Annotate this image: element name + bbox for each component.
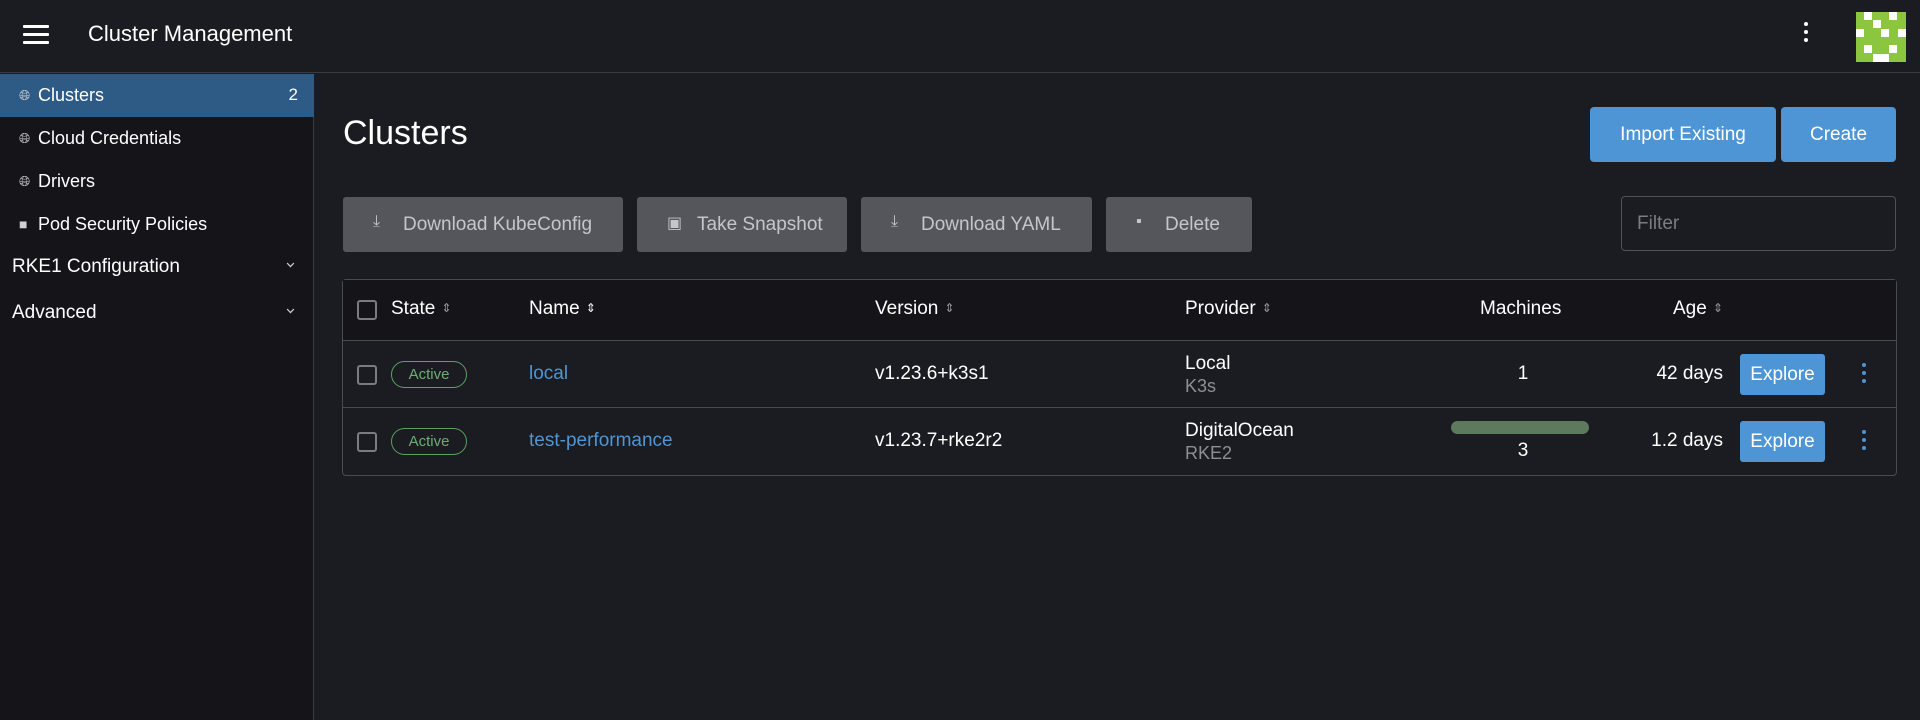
provider-cell: DigitalOcean [1185,420,1294,441]
sort-icon: ⇕ [1261,301,1272,315]
create-button[interactable]: Create [1781,107,1896,162]
row-checkbox[interactable] [357,365,377,385]
top-header: Cluster Management [0,0,1920,73]
sidebar-item-drivers[interactable]: 🌐︎ Drivers [0,160,314,203]
status-badge: Active [391,428,467,455]
download-icon: ⤓ [891,213,899,230]
column-header-state[interactable]: State ⇕ [391,298,451,320]
sidebar-item-label: Pod Security Policies [38,214,208,234]
sidebar-item-label: Cloud Credentials [38,128,182,148]
row-checkbox[interactable] [357,432,377,452]
import-existing-button[interactable]: Import Existing [1590,107,1776,162]
header-label: Version [875,298,939,319]
download-icon: ⤓ [373,213,381,230]
header-label: State [391,298,436,319]
column-header-name[interactable]: Name ⇕ [529,298,596,320]
header-label: Age [1673,298,1707,319]
camera-icon: ▣ [667,215,683,232]
column-header-machines: Machines [1480,298,1561,320]
delete-button[interactable]: ▪ Delete [1106,197,1252,252]
sort-icon: ⇕ [944,301,955,315]
explore-button[interactable]: Explore [1740,354,1825,395]
status-badge: Active [391,361,467,388]
download-yaml-button[interactable]: ⤓ Download YAML [861,197,1092,252]
cluster-name-link[interactable]: local [529,363,568,385]
download-kubeconfig-button[interactable]: ⤓ Download KubeConfig [343,197,623,252]
explore-button[interactable]: Explore [1740,421,1825,462]
globe-icon: 🌐︎ [19,87,31,103]
provider-subtype: RKE2 [1185,443,1233,463]
table-row: Active local v1.23.6+k3s1 Local K3s 1 42… [343,341,1896,408]
sidebar-item-label: Clusters [38,85,105,105]
age-cell: 42 days [1656,363,1723,384]
kebab-icon[interactable] [1796,22,1816,52]
sidebar-item-cloud-credentials[interactable]: 🌐︎ Cloud Credentials [0,117,314,160]
trash-icon: ▪ [1136,213,1142,230]
button-label: Take Snapshot [697,214,823,235]
globe-icon: 🌐︎ [19,130,31,146]
header-label: Machines [1480,298,1562,319]
clusters-table: State ⇕ Name ⇕ Version ⇕ Provider ⇕ Machines… [342,279,1897,476]
machines-count: 1 [1517,363,1529,384]
app-title: Cluster Management [88,21,293,46]
age-cell: 1.2 days [1651,430,1723,451]
column-header-version[interactable]: Version ⇕ [875,298,954,320]
header-label: Name [529,298,580,319]
header-label: Provider [1185,298,1256,319]
sort-icon: ⇕ [585,301,596,315]
avatar[interactable] [1856,12,1906,62]
column-header-provider[interactable]: Provider ⇕ [1185,298,1272,320]
select-all-checkbox[interactable] [357,300,377,320]
provider-cell: Local [1185,353,1231,374]
button-label: Download KubeConfig [403,214,593,235]
table-row: Active test-performance v1.23.7+rke2r2 D… [343,408,1896,475]
sidebar-group-label: Advanced [12,302,97,323]
cluster-name-link[interactable]: test-performance [529,430,673,452]
chevron-down-icon [286,259,295,268]
row-actions-kebab-icon[interactable] [1856,430,1872,454]
hamburger-icon[interactable] [23,25,49,45]
sidebar-group-advanced[interactable]: Advanced [0,293,314,333]
version-cell: v1.23.7+rke2r2 [875,430,1003,451]
sort-icon: ⇕ [441,301,452,315]
filter-input[interactable] [1621,196,1896,251]
page-title: Clusters [343,114,468,152]
version-cell: v1.23.6+k3s1 [875,363,989,384]
sidebar: 🌐︎ Clusters 2 🌐︎ Cloud Credentials 🌐︎ Dr… [0,74,314,720]
sidebar-group-rke1-configuration[interactable]: RKE1 Configuration [0,247,314,287]
sort-icon: ⇕ [1712,301,1723,315]
take-snapshot-button[interactable]: ▣ Take Snapshot [637,197,847,252]
sidebar-item-pod-security-policies[interactable]: ■ Pod Security Policies [0,203,314,246]
provider-subtype: K3s [1185,376,1217,396]
machines-progress-bar [1451,421,1589,434]
button-label: Download YAML [921,214,1061,235]
chevron-down-icon [286,305,295,314]
globe-icon: 🌐︎ [19,173,31,189]
button-label: Delete [1165,214,1220,235]
sidebar-item-clusters[interactable]: 🌐︎ Clusters 2 [0,74,314,117]
table-header: State ⇕ Name ⇕ Version ⇕ Provider ⇕ Machines… [343,280,1896,341]
column-header-age[interactable]: Age ⇕ [1673,298,1723,320]
machines-count: 3 [1517,440,1529,461]
sidebar-item-label: Drivers [38,171,95,191]
folder-icon: ■ [19,216,28,232]
count-badge: 2 [288,85,298,104]
sidebar-group-label: RKE1 Configuration [12,256,180,277]
row-actions-kebab-icon[interactable] [1856,363,1872,387]
